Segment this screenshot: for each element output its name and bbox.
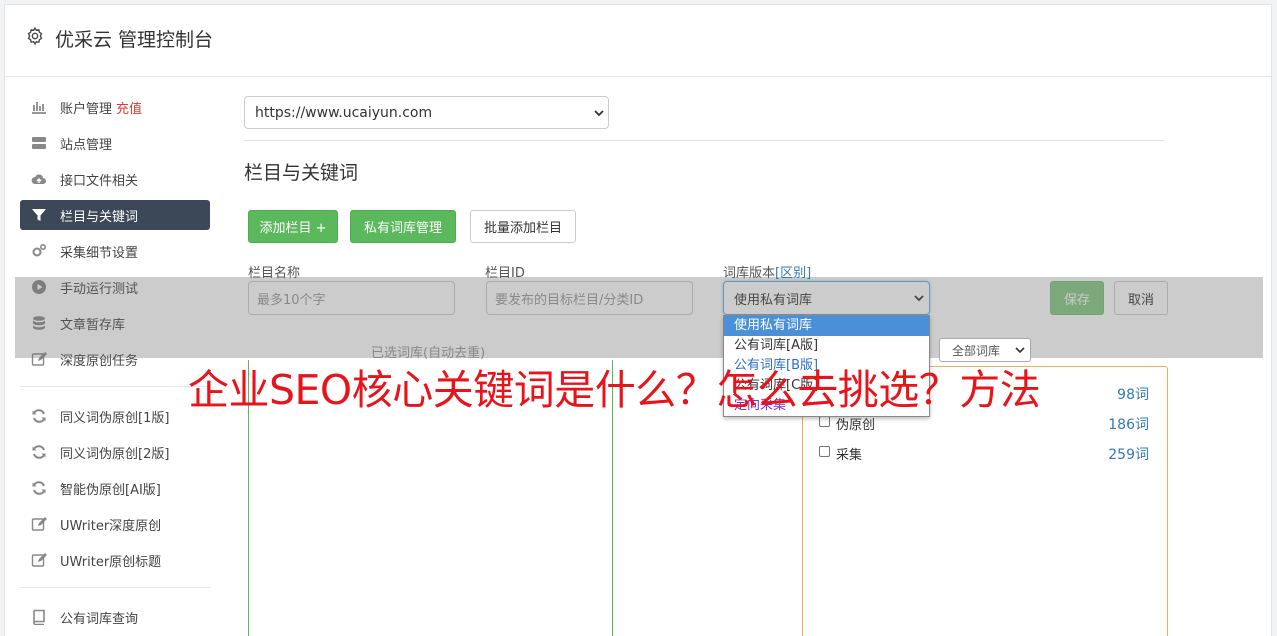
gear-icon — [27, 26, 43, 46]
sidebar-item-label: 同义词伪原创[2版] — [60, 446, 170, 462]
dropdown-option[interactable]: 使用私有词库 — [724, 316, 929, 336]
sidebar-item-label: 智能伪原创[AI版] — [60, 482, 161, 498]
sidebar-item-label: 栏目与关键词 — [60, 209, 139, 225]
sidebar-item-columns-keywords[interactable]: 栏目与关键词 — [20, 200, 210, 230]
library-count[interactable]: 98词 — [1117, 384, 1149, 404]
refresh-icon — [32, 445, 46, 459]
sidebar-divider — [20, 386, 210, 387]
book-icon — [33, 609, 45, 625]
library-checkbox[interactable] — [819, 416, 830, 427]
filter-icon — [32, 209, 46, 221]
server-icon — [32, 137, 46, 149]
private-lib-button[interactable]: 私有词库管理 — [350, 210, 456, 243]
site-select-value: https://www.ucaiyun.com — [255, 104, 433, 121]
grey-overlay — [15, 277, 1263, 358]
sidebar-divider — [20, 587, 210, 588]
sidebar-item-label: 同义词伪原创[1版] — [60, 410, 170, 426]
sidebar-item-label: 站点管理 — [60, 137, 113, 153]
recharge-link[interactable]: 充值 — [116, 98, 142, 117]
list-item[interactable]: 采集 259词 — [819, 443, 1149, 463]
cogs-icon — [32, 243, 47, 257]
library-count[interactable]: 186词 — [1108, 414, 1149, 434]
article-title-banner: 企业SEO核心关键词是什么？怎么去挑选？方法 — [188, 366, 1041, 414]
sidebar-item-ai-rewrite[interactable]: 智能伪原创[AI版] — [20, 473, 210, 503]
library-checkbox[interactable] — [819, 446, 830, 457]
cloud-upload-icon — [31, 174, 46, 184]
page-title: 栏目与关键词 — [244, 162, 359, 184]
sidebar-item-label: UWriter原创标题 — [60, 554, 162, 570]
sidebar-item-label: 采集细节设置 — [60, 245, 139, 261]
refresh-icon — [32, 409, 46, 423]
sidebar-item-account[interactable]: 账户管理 充值 — [20, 92, 210, 122]
batch-add-button[interactable]: 批量添加栏目 — [470, 210, 576, 243]
sidebar-item-uwriter-original[interactable]: UWriter深度原创 — [20, 509, 210, 539]
sidebar-item-uwriter-title[interactable]: UWriter原创标题 — [20, 545, 210, 575]
app-title: 优采云 管理控制台 — [55, 29, 214, 51]
add-column-button[interactable]: 添加栏目 + — [248, 210, 338, 243]
sidebar-item-synonym-v2[interactable]: 同义词伪原创[2版] — [20, 437, 210, 467]
sidebar-item-collect-settings[interactable]: 采集细节设置 — [20, 236, 210, 266]
edit-icon — [31, 553, 47, 567]
top-bar: 优采云 管理控制台 — [5, 5, 1271, 77]
edit-icon — [31, 517, 47, 531]
sidebar-item-label: 接口文件相关 — [60, 173, 139, 189]
sidebar-item-label: 账户管理 — [60, 101, 113, 117]
bar-chart-icon — [32, 102, 46, 114]
library-name: 采集 — [836, 448, 863, 463]
sidebar-item-synonym-v1[interactable]: 同义词伪原创[1版] — [20, 401, 210, 431]
sidebar-item-label: 公有词库查询 — [60, 611, 139, 627]
divider — [244, 140, 1164, 141]
dropdown-option[interactable]: 公有词库[A版] — [724, 336, 929, 356]
site-select[interactable]: https://www.ucaiyun.com — [244, 96, 609, 129]
sidebar-item-public-lib-query[interactable]: 公有词库查询 — [20, 602, 210, 632]
sidebar: 账户管理 充值 站点管理 接口文件相关 栏目与关键词 采集细节设置 手动运行测试… — [20, 92, 210, 636]
sidebar-item-interface-files[interactable]: 接口文件相关 — [20, 164, 210, 194]
library-count[interactable]: 259词 — [1108, 444, 1149, 464]
sidebar-item-label: UWriter深度原创 — [60, 518, 162, 534]
sidebar-item-sites[interactable]: 站点管理 — [20, 128, 210, 158]
refresh-icon — [32, 481, 46, 495]
